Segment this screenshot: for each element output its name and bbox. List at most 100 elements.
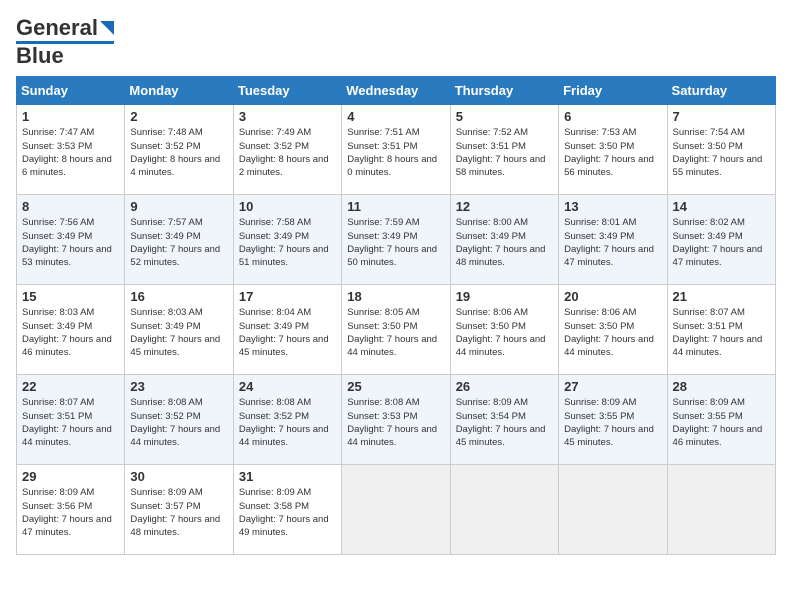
table-row: 31 Sunrise: 8:09 AMSunset: 3:58 PMDaylig… bbox=[233, 465, 341, 555]
table-row: 13 Sunrise: 8:01 AMSunset: 3:49 PMDaylig… bbox=[559, 195, 667, 285]
table-row: 29 Sunrise: 8:09 AMSunset: 3:56 PMDaylig… bbox=[17, 465, 125, 555]
table-row: 14 Sunrise: 8:02 AMSunset: 3:49 PMDaylig… bbox=[667, 195, 775, 285]
day-info: Sunrise: 8:03 AMSunset: 3:49 PMDaylight:… bbox=[130, 306, 227, 359]
table-row: 9 Sunrise: 7:57 AMSunset: 3:49 PMDayligh… bbox=[125, 195, 233, 285]
table-row: 4 Sunrise: 7:51 AMSunset: 3:51 PMDayligh… bbox=[342, 105, 450, 195]
day-info: Sunrise: 8:06 AMSunset: 3:50 PMDaylight:… bbox=[456, 306, 553, 359]
day-number: 20 bbox=[564, 289, 661, 304]
day-number: 18 bbox=[347, 289, 444, 304]
table-row: 26 Sunrise: 8:09 AMSunset: 3:54 PMDaylig… bbox=[450, 375, 558, 465]
day-info: Sunrise: 7:56 AMSunset: 3:49 PMDaylight:… bbox=[22, 216, 119, 269]
day-info: Sunrise: 8:09 AMSunset: 3:54 PMDaylight:… bbox=[456, 396, 553, 449]
day-info: Sunrise: 8:08 AMSunset: 3:52 PMDaylight:… bbox=[130, 396, 227, 449]
day-info: Sunrise: 7:53 AMSunset: 3:50 PMDaylight:… bbox=[564, 126, 661, 179]
day-number: 17 bbox=[239, 289, 336, 304]
day-number: 15 bbox=[22, 289, 119, 304]
day-number: 12 bbox=[456, 199, 553, 214]
day-number: 13 bbox=[564, 199, 661, 214]
logo-arrow-icon bbox=[100, 21, 114, 35]
day-info: Sunrise: 8:06 AMSunset: 3:50 PMDaylight:… bbox=[564, 306, 661, 359]
day-info: Sunrise: 8:09 AMSunset: 3:58 PMDaylight:… bbox=[239, 486, 336, 539]
day-number: 7 bbox=[673, 109, 770, 124]
col-monday: Monday bbox=[125, 77, 233, 105]
day-info: Sunrise: 8:02 AMSunset: 3:49 PMDaylight:… bbox=[673, 216, 770, 269]
day-number: 29 bbox=[22, 469, 119, 484]
day-number: 23 bbox=[130, 379, 227, 394]
day-number: 8 bbox=[22, 199, 119, 214]
table-row: 1 Sunrise: 7:47 AMSunset: 3:53 PMDayligh… bbox=[17, 105, 125, 195]
calendar-week-row: 8 Sunrise: 7:56 AMSunset: 3:49 PMDayligh… bbox=[17, 195, 776, 285]
day-number: 10 bbox=[239, 199, 336, 214]
day-number: 3 bbox=[239, 109, 336, 124]
table-row: 27 Sunrise: 8:09 AMSunset: 3:55 PMDaylig… bbox=[559, 375, 667, 465]
day-number: 24 bbox=[239, 379, 336, 394]
day-info: Sunrise: 7:51 AMSunset: 3:51 PMDaylight:… bbox=[347, 126, 444, 179]
day-info: Sunrise: 8:09 AMSunset: 3:55 PMDaylight:… bbox=[564, 396, 661, 449]
table-row bbox=[559, 465, 667, 555]
day-info: Sunrise: 8:09 AMSunset: 3:55 PMDaylight:… bbox=[673, 396, 770, 449]
table-row: 8 Sunrise: 7:56 AMSunset: 3:49 PMDayligh… bbox=[17, 195, 125, 285]
table-row: 28 Sunrise: 8:09 AMSunset: 3:55 PMDaylig… bbox=[667, 375, 775, 465]
col-saturday: Saturday bbox=[667, 77, 775, 105]
day-number: 11 bbox=[347, 199, 444, 214]
day-info: Sunrise: 7:54 AMSunset: 3:50 PMDaylight:… bbox=[673, 126, 770, 179]
day-number: 27 bbox=[564, 379, 661, 394]
calendar-week-row: 15 Sunrise: 8:03 AMSunset: 3:49 PMDaylig… bbox=[17, 285, 776, 375]
day-number: 26 bbox=[456, 379, 553, 394]
table-row: 3 Sunrise: 7:49 AMSunset: 3:52 PMDayligh… bbox=[233, 105, 341, 195]
table-row: 2 Sunrise: 7:48 AMSunset: 3:52 PMDayligh… bbox=[125, 105, 233, 195]
table-row: 23 Sunrise: 8:08 AMSunset: 3:52 PMDaylig… bbox=[125, 375, 233, 465]
table-row bbox=[450, 465, 558, 555]
day-number: 2 bbox=[130, 109, 227, 124]
day-info: Sunrise: 7:57 AMSunset: 3:49 PMDaylight:… bbox=[130, 216, 227, 269]
table-row: 10 Sunrise: 7:58 AMSunset: 3:49 PMDaylig… bbox=[233, 195, 341, 285]
day-info: Sunrise: 7:59 AMSunset: 3:49 PMDaylight:… bbox=[347, 216, 444, 269]
day-info: Sunrise: 8:03 AMSunset: 3:49 PMDaylight:… bbox=[22, 306, 119, 359]
logo: General Blue bbox=[16, 16, 114, 68]
day-info: Sunrise: 7:48 AMSunset: 3:52 PMDaylight:… bbox=[130, 126, 227, 179]
table-row: 24 Sunrise: 8:08 AMSunset: 3:52 PMDaylig… bbox=[233, 375, 341, 465]
day-info: Sunrise: 7:52 AMSunset: 3:51 PMDaylight:… bbox=[456, 126, 553, 179]
day-info: Sunrise: 8:09 AMSunset: 3:57 PMDaylight:… bbox=[130, 486, 227, 539]
table-row: 30 Sunrise: 8:09 AMSunset: 3:57 PMDaylig… bbox=[125, 465, 233, 555]
day-number: 19 bbox=[456, 289, 553, 304]
day-number: 16 bbox=[130, 289, 227, 304]
day-number: 14 bbox=[673, 199, 770, 214]
day-number: 22 bbox=[22, 379, 119, 394]
calendar-week-row: 22 Sunrise: 8:07 AMSunset: 3:51 PMDaylig… bbox=[17, 375, 776, 465]
col-thursday: Thursday bbox=[450, 77, 558, 105]
table-row: 22 Sunrise: 8:07 AMSunset: 3:51 PMDaylig… bbox=[17, 375, 125, 465]
col-tuesday: Tuesday bbox=[233, 77, 341, 105]
calendar-table: Sunday Monday Tuesday Wednesday Thursday… bbox=[16, 76, 776, 555]
table-row: 19 Sunrise: 8:06 AMSunset: 3:50 PMDaylig… bbox=[450, 285, 558, 375]
table-row: 17 Sunrise: 8:04 AMSunset: 3:49 PMDaylig… bbox=[233, 285, 341, 375]
day-number: 1 bbox=[22, 109, 119, 124]
day-info: Sunrise: 8:08 AMSunset: 3:53 PMDaylight:… bbox=[347, 396, 444, 449]
calendar-week-row: 29 Sunrise: 8:09 AMSunset: 3:56 PMDaylig… bbox=[17, 465, 776, 555]
day-number: 9 bbox=[130, 199, 227, 214]
day-info: Sunrise: 8:04 AMSunset: 3:49 PMDaylight:… bbox=[239, 306, 336, 359]
table-row: 6 Sunrise: 7:53 AMSunset: 3:50 PMDayligh… bbox=[559, 105, 667, 195]
table-row: 5 Sunrise: 7:52 AMSunset: 3:51 PMDayligh… bbox=[450, 105, 558, 195]
day-number: 4 bbox=[347, 109, 444, 124]
day-number: 21 bbox=[673, 289, 770, 304]
header-row: Sunday Monday Tuesday Wednesday Thursday… bbox=[17, 77, 776, 105]
day-info: Sunrise: 8:00 AMSunset: 3:49 PMDaylight:… bbox=[456, 216, 553, 269]
table-row: 15 Sunrise: 8:03 AMSunset: 3:49 PMDaylig… bbox=[17, 285, 125, 375]
day-info: Sunrise: 8:07 AMSunset: 3:51 PMDaylight:… bbox=[673, 306, 770, 359]
table-row: 12 Sunrise: 8:00 AMSunset: 3:49 PMDaylig… bbox=[450, 195, 558, 285]
day-number: 28 bbox=[673, 379, 770, 394]
logo-text: General bbox=[16, 16, 98, 40]
table-row: 21 Sunrise: 8:07 AMSunset: 3:51 PMDaylig… bbox=[667, 285, 775, 375]
table-row: 25 Sunrise: 8:08 AMSunset: 3:53 PMDaylig… bbox=[342, 375, 450, 465]
table-row: 7 Sunrise: 7:54 AMSunset: 3:50 PMDayligh… bbox=[667, 105, 775, 195]
table-row: 18 Sunrise: 8:05 AMSunset: 3:50 PMDaylig… bbox=[342, 285, 450, 375]
day-info: Sunrise: 8:05 AMSunset: 3:50 PMDaylight:… bbox=[347, 306, 444, 359]
day-number: 25 bbox=[347, 379, 444, 394]
col-wednesday: Wednesday bbox=[342, 77, 450, 105]
page-header: General Blue bbox=[16, 16, 776, 68]
calendar-week-row: 1 Sunrise: 7:47 AMSunset: 3:53 PMDayligh… bbox=[17, 105, 776, 195]
logo-blue-text: Blue bbox=[16, 44, 64, 68]
day-info: Sunrise: 8:09 AMSunset: 3:56 PMDaylight:… bbox=[22, 486, 119, 539]
table-row: 11 Sunrise: 7:59 AMSunset: 3:49 PMDaylig… bbox=[342, 195, 450, 285]
